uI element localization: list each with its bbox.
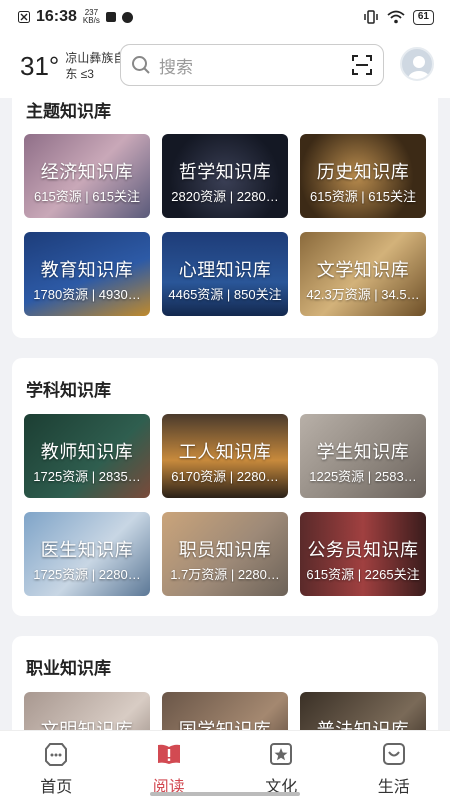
tile-teacher[interactable]: 教师知识库 1725资源 | 2835… [24,414,150,498]
search-bar[interactable]: 搜索 [120,44,384,86]
tile-economy[interactable]: 经济知识库 615资源 | 615关注 [24,134,150,218]
read-icon [157,744,180,764]
tile-civil-servant[interactable]: 公务员知识库 615资源 | 2265关注 [300,512,426,596]
nav-life[interactable]: 生活 [338,731,450,800]
tile-student[interactable]: 学生知识库 1225资源 | 2583… [300,414,426,498]
avatar[interactable] [400,47,434,81]
scan-icon[interactable] [351,54,373,76]
tile-literature[interactable]: 文学知识库 42.3万资源 | 34.5… [300,232,426,316]
top-header: 31° 凉山彝族自治州 东 ≤3 搜索 [0,34,450,98]
home-indicator[interactable] [150,792,300,796]
nav-label: 生活 [377,779,410,796]
section-theme: 主题知识库 经济知识库 615资源 | 615关注 哲学知识库 2820资源 | 2… [12,98,438,338]
nav-label: 首页 [40,779,73,796]
battery-indicator: 61 [412,9,434,25]
tile-employee[interactable]: 职员知识库 1.7万资源 | 2280… [162,512,288,596]
temperature: 31° [20,50,60,81]
section-title: 主题知识库 [26,102,111,121]
nav-home[interactable]: 首页 [0,731,113,800]
tile-education[interactable]: 教育知识库 1780资源 | 4930… [24,232,150,316]
tile-philosophy[interactable]: 哲学知识库 2820资源 | 2280… [162,134,288,218]
home-icon [45,743,68,766]
section-title: 学科知识库 [26,381,111,400]
nav-read[interactable]: 阅读 [113,731,226,800]
tile-psychology[interactable]: 心理知识库 4465资源 | 850关注 [162,232,288,316]
notification-icon [18,11,30,23]
life-icon [382,743,405,765]
section-subject: 学科知识库 教师知识库 1725资源 | 2835… 工人知识库 6170资源 | … [12,358,438,616]
tile-law[interactable]: 普法知识库 [300,692,426,730]
section-title: 职业知识库 [26,659,111,678]
tile-sinology[interactable]: 国学知识库 [162,692,288,730]
search-icon [132,56,150,74]
network-speed: 237 KB/s [82,8,100,25]
bottom-nav: 首页 阅读 文化 生活 [0,730,450,800]
section-career: 职业知识库 文明知识库 国学知识库 普法知识库 [12,636,438,730]
vibrate-icon [364,10,378,24]
wifi-icon [387,10,405,24]
app-notification-icon-2 [121,11,133,23]
culture-icon [270,743,293,765]
tile-civilization[interactable]: 文明知识库 [24,692,150,730]
knowledge-content[interactable]: 主题知识库 经济知识库 615资源 | 615关注 哲学知识库 2820资源 | 2… [0,98,450,730]
clock: 16:38 [36,8,77,25]
tile-doctor[interactable]: 医生知识库 1725资源 | 2280… [24,512,150,596]
tile-worker[interactable]: 工人知识库 6170资源 | 2280… [162,414,288,498]
tile-history[interactable]: 历史知识库 615资源 | 615关注 [300,134,426,218]
app-notification-icon [105,12,116,22]
search-input[interactable]: 搜索 [159,53,351,78]
status-bar: 16:38 237 KB/s 61 [0,0,450,34]
nav-culture[interactable]: 文化 [225,731,338,800]
